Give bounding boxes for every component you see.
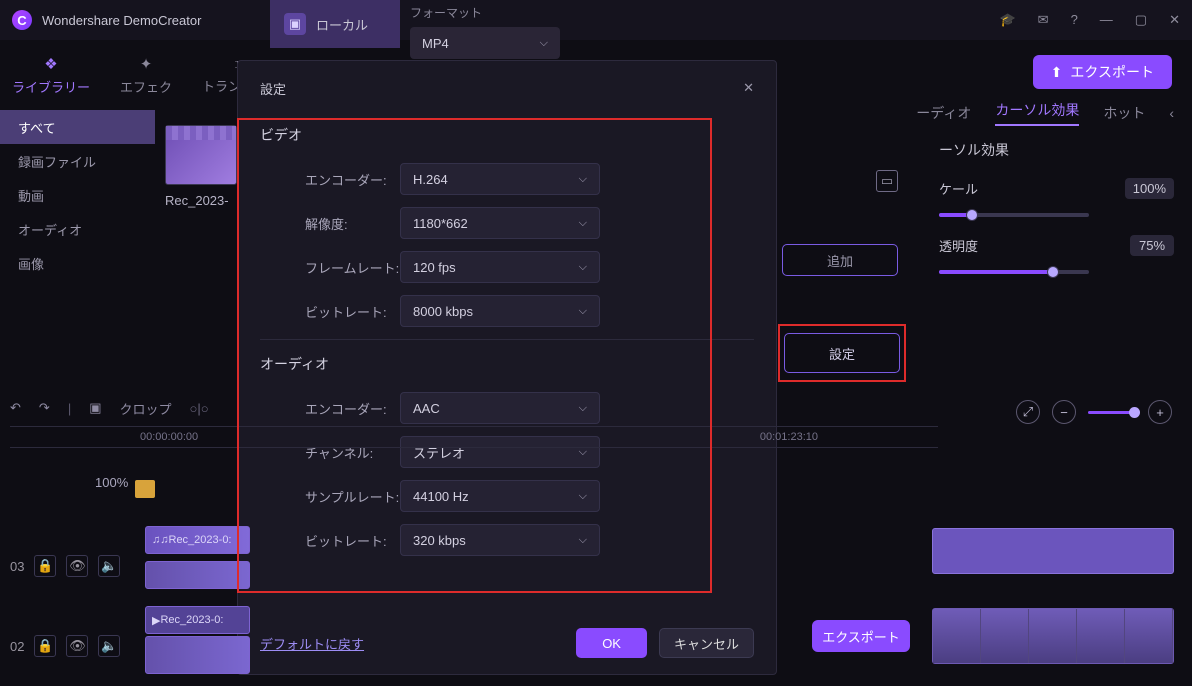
- zoom-in-icon[interactable]: +: [1148, 400, 1172, 424]
- timecode-left: 00:00:00:00: [140, 431, 198, 443]
- framerate-select[interactable]: 120 fps⌵: [400, 251, 600, 283]
- scale-value: 100%: [1125, 178, 1174, 199]
- track-row-02: 02 🔒 👁 🔈 ▶ Rec_2023-0:: [10, 606, 938, 686]
- local-disk-icon: ▣: [284, 13, 306, 35]
- video-encoder-select[interactable]: H.264⌵: [400, 163, 600, 195]
- opacity-label: 透明度: [939, 236, 978, 255]
- clip-segment[interactable]: [145, 561, 250, 589]
- export-button-top[interactable]: ⬆ エクスポート: [1033, 55, 1172, 89]
- format-label: フォーマット: [410, 4, 560, 21]
- video-bitrate-select[interactable]: 8000 kbps⌵: [400, 295, 600, 327]
- opacity-value: 75%: [1130, 235, 1174, 256]
- resolution-select[interactable]: 1180*662⌵: [400, 207, 600, 239]
- format-select[interactable]: MP4 ⌵: [410, 27, 560, 59]
- sparkle-icon: ✦: [140, 55, 153, 73]
- right-tab-hot[interactable]: ホット: [1103, 103, 1145, 123]
- chevron-down-icon: ⌵: [579, 173, 587, 186]
- track-clip-right-02[interactable]: [932, 608, 1174, 664]
- mute-icon[interactable]: 🔈: [98, 635, 120, 657]
- sidebar-item-all[interactable]: すべて: [0, 110, 155, 144]
- crop-icon[interactable]: ▣: [89, 400, 101, 416]
- timeline-ruler[interactable]: 00:00:00:00 00:01:23:10: [10, 426, 938, 448]
- right-tab-audio[interactable]: ーディオ: [916, 103, 971, 123]
- track-number: 02: [10, 639, 24, 654]
- zoom-slider[interactable]: [1088, 411, 1136, 414]
- redo-icon[interactable]: ↷: [39, 400, 50, 416]
- opacity-slider[interactable]: [939, 270, 1089, 274]
- fit-icon[interactable]: ⤢: [1016, 400, 1040, 424]
- maximize-icon[interactable]: ▢: [1135, 12, 1147, 28]
- right-tab-caret[interactable]: ‹: [1169, 105, 1174, 121]
- right-tab-cursor[interactable]: カーソル効果: [995, 100, 1079, 126]
- track-clip-right-03[interactable]: [932, 528, 1174, 574]
- audio-section-header: オーディオ: [260, 354, 754, 374]
- export-local-tab[interactable]: ▣ ローカル: [270, 0, 400, 48]
- chevron-down-icon: ⌵: [540, 37, 548, 50]
- app-logo: C: [12, 10, 32, 30]
- undo-icon[interactable]: ↶: [10, 400, 21, 416]
- close-icon[interactable]: ✕: [1169, 12, 1180, 28]
- lock-icon[interactable]: 🔒: [34, 555, 56, 577]
- upload-icon: ⬆: [1051, 64, 1063, 81]
- track-row-03: 03 🔒 👁 🔈 ♫♫ Rec_2023-0:: [10, 526, 938, 606]
- chevron-down-icon: ⌵: [579, 217, 587, 230]
- learn-icon[interactable]: 🎓: [999, 12, 1015, 28]
- video-bitrate-label: ビットレート:: [260, 302, 400, 321]
- cursor-effect-title: ーソル効果: [939, 140, 1174, 160]
- minimize-icon[interactable]: —: [1100, 12, 1113, 28]
- app-title: Wondershare DemoCreator: [42, 13, 201, 28]
- video-encoder-label: エンコーダー:: [260, 170, 400, 189]
- titlebar: C Wondershare DemoCreator 🎓 ✉ ? — ▢ ✕: [0, 0, 1192, 40]
- eye-icon[interactable]: 👁: [66, 635, 88, 657]
- sidebar-item-image[interactable]: 画像: [0, 246, 155, 280]
- thumb-label: Rec_2023-: [165, 193, 237, 208]
- chevron-down-icon: ⌵: [579, 305, 587, 318]
- mail-icon[interactable]: ✉: [1038, 12, 1049, 28]
- crop-label[interactable]: クロップ: [120, 399, 172, 418]
- help-icon[interactable]: ?: [1071, 12, 1078, 28]
- playhead-marker[interactable]: [135, 480, 155, 498]
- scale-label: ケール: [939, 179, 978, 198]
- sidebar-item-audio[interactable]: オーディオ: [0, 212, 155, 246]
- dialog-close-icon[interactable]: ✕: [743, 80, 754, 96]
- sidebar-item-recordings[interactable]: 録画ファイル: [0, 144, 155, 178]
- lock-icon[interactable]: 🔒: [34, 635, 56, 657]
- eye-icon[interactable]: 👁: [66, 555, 88, 577]
- video-section-header: ビデオ: [260, 125, 754, 145]
- settings-button[interactable]: 設定: [784, 333, 900, 373]
- scale-slider[interactable]: [939, 213, 1089, 217]
- tab-effects[interactable]: ✦ エフェク: [120, 55, 172, 96]
- add-button[interactable]: 追加: [782, 244, 898, 276]
- resolution-label: 解像度:: [260, 214, 400, 233]
- format-value: MP4: [422, 36, 449, 51]
- clip-audio-waveform[interactable]: ♫♫ Rec_2023-0:: [145, 526, 250, 554]
- sidebar-item-video[interactable]: 動画: [0, 178, 155, 212]
- clip-thumbs[interactable]: [145, 636, 250, 674]
- tab-library[interactable]: ❖ ライブラリー: [12, 55, 90, 96]
- timecode-right: 00:01:23:10: [760, 431, 818, 443]
- mute-icon[interactable]: 🔈: [98, 555, 120, 577]
- framerate-label: フレームレート:: [260, 258, 400, 277]
- chevron-down-icon: ⌵: [579, 261, 587, 274]
- folder-icon[interactable]: ▭: [876, 170, 898, 192]
- local-tab-label: ローカル: [316, 15, 368, 34]
- clip-video[interactable]: ▶ Rec_2023-0:: [145, 606, 250, 634]
- dialog-title: 設定: [260, 79, 286, 98]
- zoom-pct: 100%: [95, 475, 128, 490]
- library-icon: ❖: [44, 55, 57, 73]
- timeline: ↶ ↷ | ▣ クロップ ○|○ 00:00:00:00 00:01:23:10…: [10, 390, 938, 670]
- zoom-out-icon[interactable]: −: [1052, 400, 1076, 424]
- track-number: 03: [10, 559, 24, 574]
- media-thumbnail[interactable]: Rec_2023-: [165, 125, 237, 208]
